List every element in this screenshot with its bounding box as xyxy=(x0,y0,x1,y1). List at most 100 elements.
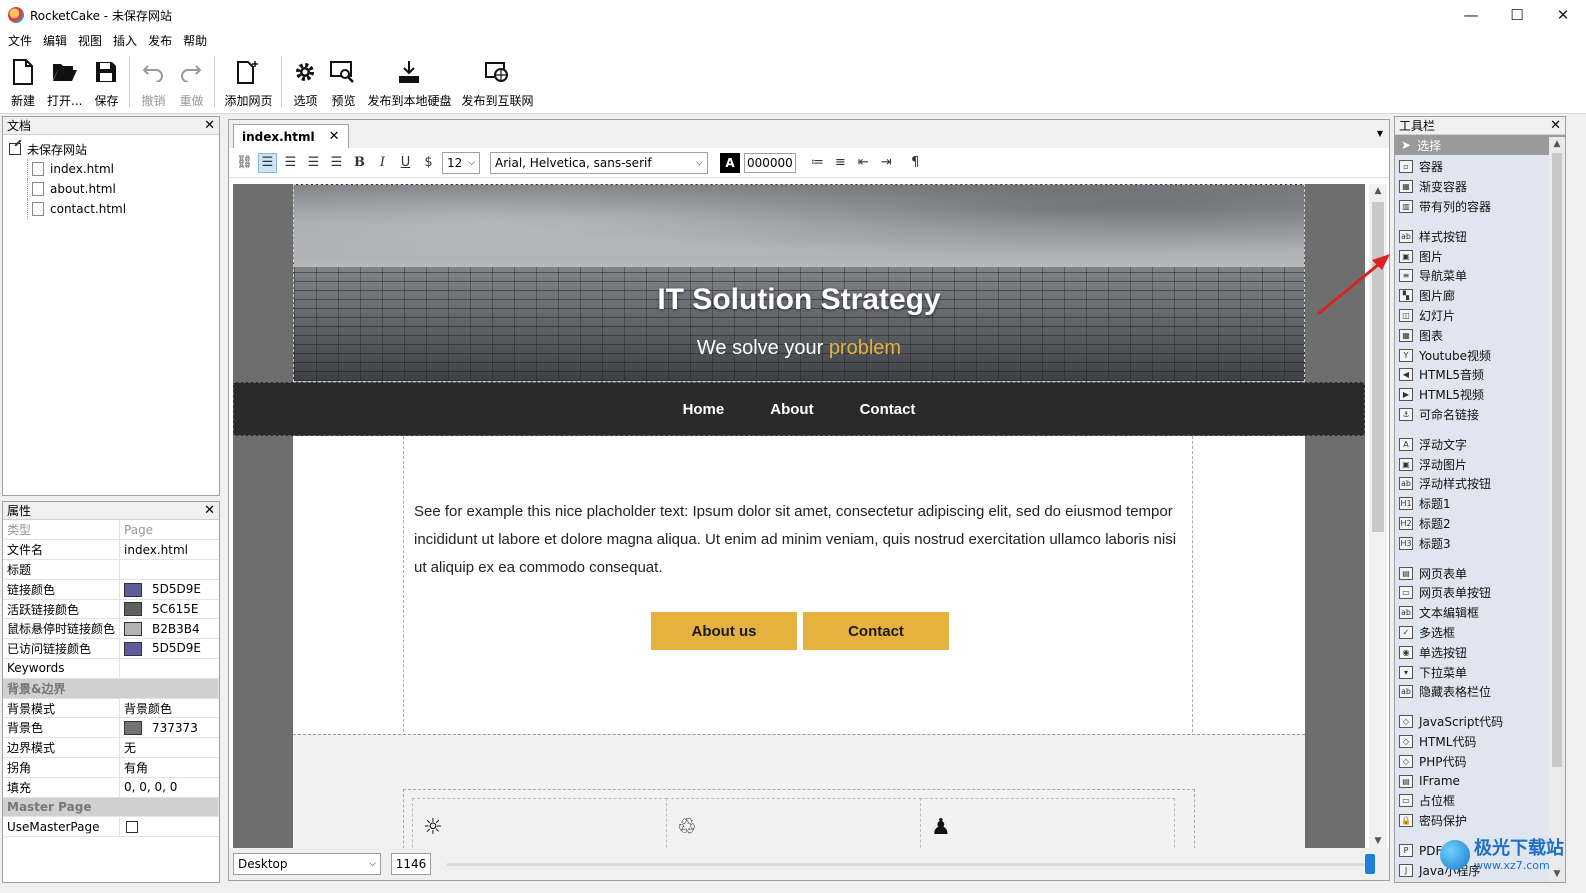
close-window-button[interactable]: ✕ xyxy=(1540,0,1586,30)
menu-edit[interactable]: 编辑 xyxy=(43,32,67,49)
property-row[interactable]: 类型 Page xyxy=(3,520,219,541)
bullet-list-icon[interactable]: ≔ xyxy=(808,153,827,173)
close-panel-icon[interactable]: ✕ xyxy=(204,503,215,518)
tool-item[interactable]: ◇ PHP代码 xyxy=(1399,751,1565,771)
property-row[interactable]: 填充 0, 0, 0, 0 xyxy=(3,777,219,798)
tool-item[interactable]: ◫ 幻灯片 xyxy=(1399,306,1565,326)
tool-item[interactable]: ◇ JavaScript代码 xyxy=(1399,712,1565,732)
close-tab-icon[interactable]: ✕ xyxy=(329,129,340,144)
tool-item[interactable]: ab 样式按钮 xyxy=(1399,226,1565,246)
tree-file-contact[interactable]: contact.html xyxy=(27,199,219,219)
text-color-value[interactable]: 000000 xyxy=(744,152,796,173)
italic-icon[interactable]: I xyxy=(373,153,392,173)
tool-item[interactable]: ▣ 图片 xyxy=(1399,246,1565,266)
property-row[interactable]: 背景&边界 xyxy=(3,678,219,699)
features-section[interactable]: ☼ ♲ ♟ xyxy=(293,734,1305,848)
menu-help[interactable]: 帮助 xyxy=(183,32,207,49)
property-value[interactable] xyxy=(119,559,219,580)
publish-local-button[interactable]: 发布到本地硬盘 xyxy=(362,50,456,113)
scroll-up-icon[interactable]: ▲ xyxy=(1549,139,1565,149)
tool-select-pointer[interactable]: ➤ 选择 xyxy=(1395,135,1565,155)
tool-item[interactable]: ▫ 容器 xyxy=(1399,157,1565,177)
tree-root-site[interactable]: 未保存网站 xyxy=(9,139,219,159)
property-row[interactable]: 背景模式 背景颜色 xyxy=(3,698,219,719)
tool-item[interactable]: H3 标题3 xyxy=(1399,533,1565,553)
tree-file-index[interactable]: index.html xyxy=(27,159,219,179)
scrollbar-thumb[interactable] xyxy=(1372,202,1384,532)
property-value[interactable]: 背景颜色 xyxy=(119,698,219,719)
paragraph-icon[interactable]: ¶ xyxy=(906,153,925,173)
property-value[interactable]: B2B3B4 xyxy=(119,618,219,640)
color-swatch[interactable] xyxy=(124,721,143,736)
tool-item[interactable]: ⚓ 可命名链接 xyxy=(1399,405,1565,425)
property-value[interactable]: 5D5D9E xyxy=(119,638,219,660)
property-value[interactable] xyxy=(119,816,219,838)
redo-button[interactable]: 重做 xyxy=(172,50,210,113)
font-family-select[interactable]: Arial, Helvetica, sans-serif ⌵ xyxy=(490,151,708,174)
property-value[interactable]: 有角 xyxy=(119,757,219,778)
tool-item[interactable]: ✓ 多选框 xyxy=(1399,623,1565,643)
features-container[interactable]: ☼ ♲ ♟ xyxy=(403,789,1195,848)
align-center-icon[interactable]: ☰ xyxy=(281,153,300,173)
tool-item[interactable]: ◇ HTML代码 xyxy=(1399,732,1565,752)
save-button[interactable]: 保存 xyxy=(87,50,125,113)
feature-cell[interactable]: ♲ xyxy=(666,798,921,848)
nav-home[interactable]: Home xyxy=(683,401,725,418)
color-swatch[interactable] xyxy=(124,582,143,597)
outdent-icon[interactable]: ⇤ xyxy=(854,153,873,173)
tool-item[interactable]: H1 标题1 xyxy=(1399,494,1565,514)
design-canvas[interactable]: IT Solution Strategy We solve your probl… xyxy=(233,184,1365,848)
property-value[interactable]: 0, 0, 0, 0 xyxy=(119,777,219,798)
tool-item[interactable]: ◉ 单选按钮 xyxy=(1399,642,1565,662)
tool-item[interactable]: ▦ 图表 xyxy=(1399,325,1565,345)
font-size-select[interactable]: 12 ⌵ xyxy=(442,151,480,174)
tool-item[interactable]: ≡ 导航菜单 xyxy=(1399,266,1565,286)
tool-item[interactable]: 🔒 密码保护 xyxy=(1399,811,1565,831)
publish-web-button[interactable]: 发布到互联网 xyxy=(456,50,538,113)
width-slider[interactable] xyxy=(441,853,1385,875)
scrollbar-thumb[interactable] xyxy=(1552,153,1562,767)
property-value[interactable]: 5D5D9E xyxy=(119,579,219,600)
tool-item[interactable]: ▭ 网页表单按钮 xyxy=(1399,583,1565,603)
hero-title[interactable]: IT Solution Strategy xyxy=(294,283,1304,317)
bold-icon[interactable]: B xyxy=(350,153,369,173)
property-value[interactable] xyxy=(119,658,219,679)
about-us-button[interactable]: About us xyxy=(651,612,797,650)
site-nav-menu[interactable]: Home About Contact xyxy=(233,382,1365,436)
property-row[interactable]: 标题 xyxy=(3,559,219,580)
color-swatch[interactable] xyxy=(124,622,143,637)
justify-icon[interactable]: ☰ xyxy=(327,153,346,173)
device-select[interactable]: Desktop ⌵ xyxy=(233,853,381,875)
tool-item[interactable]: ▣ 浮动图片 xyxy=(1399,454,1565,474)
tools-scrollbar[interactable]: ▲ ▼ xyxy=(1549,137,1565,882)
nav-about[interactable]: About xyxy=(770,401,813,418)
tool-item[interactable]: ▤ 网页表单 xyxy=(1399,563,1565,583)
close-panel-icon[interactable]: ✕ xyxy=(1550,118,1561,133)
tool-item[interactable]: ab 浮动样式按钮 xyxy=(1399,474,1565,494)
tool-item[interactable]: ▾ 下拉菜单 xyxy=(1399,662,1565,682)
preview-button[interactable]: 预览 xyxy=(324,50,362,113)
options-button[interactable]: 选项 xyxy=(286,50,324,113)
page-width-field[interactable]: 1146 xyxy=(391,853,431,875)
property-row[interactable]: 拐角 有角 xyxy=(3,757,219,778)
property-row[interactable]: 已访问链接颜色 5D5D9E xyxy=(3,638,219,660)
slider-handle[interactable] xyxy=(1365,854,1375,874)
underline-icon[interactable]: U xyxy=(396,153,415,173)
tool-item[interactable]: ab 隐藏表格栏位 xyxy=(1399,682,1565,702)
link-icon[interactable]: ⛓ xyxy=(235,153,254,173)
editor-vertical-scrollbar[interactable]: ▲ ▼ xyxy=(1369,184,1387,848)
tool-item[interactable]: Y Youtube视频 xyxy=(1399,345,1565,365)
maximize-button[interactable]: ☐ xyxy=(1494,0,1540,30)
tool-item[interactable]: ◀ HTML5音频 xyxy=(1399,365,1565,385)
property-row[interactable]: 鼠标悬停时链接颜色 B2B3B4 xyxy=(3,618,219,640)
nav-contact[interactable]: Contact xyxy=(860,401,916,418)
tool-item[interactable]: ▦ 渐变容器 xyxy=(1399,177,1565,197)
property-value[interactable]: 无 xyxy=(119,737,219,759)
content-container[interactable]: See for example this nice placholder tex… xyxy=(403,436,1193,732)
property-row[interactable]: 链接颜色 5D5D9E xyxy=(3,579,219,600)
minimize-button[interactable]: — xyxy=(1448,0,1494,30)
property-row[interactable]: Keywords xyxy=(3,658,219,679)
menu-insert[interactable]: 插入 xyxy=(113,32,137,49)
open-button[interactable]: 打开... xyxy=(42,50,87,113)
color-swatch[interactable] xyxy=(124,641,143,656)
